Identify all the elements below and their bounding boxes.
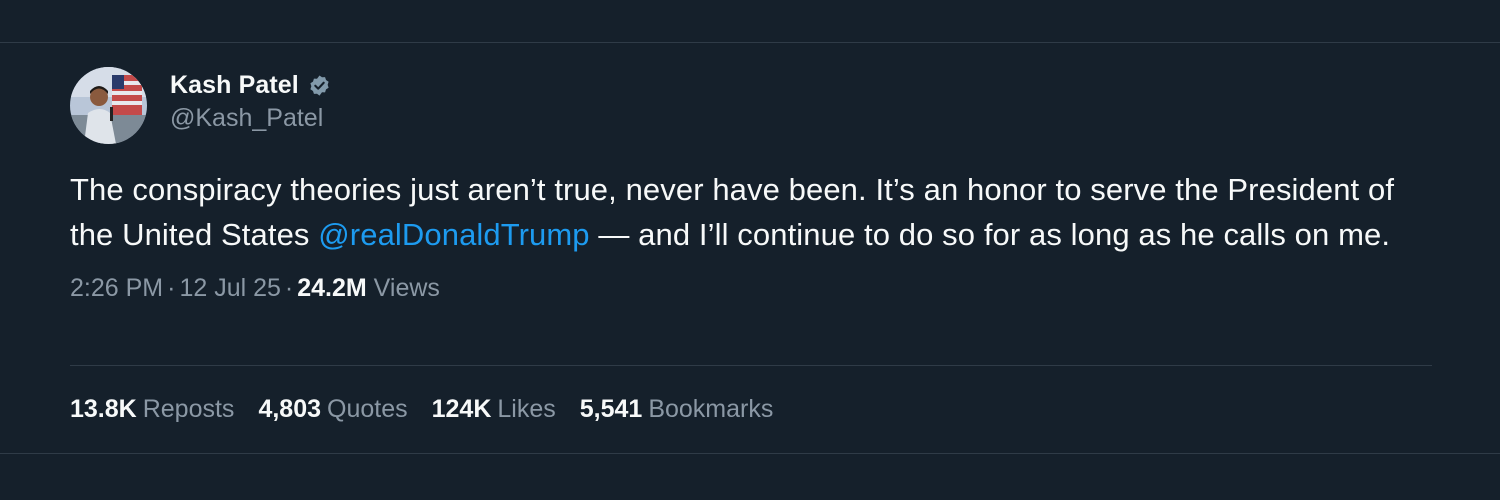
- meta-separator: ·: [167, 274, 176, 302]
- verified-badge-icon: [308, 74, 331, 97]
- tweet-meta: 2:26 PM · 12 Jul 25 · 24.2M Views: [70, 271, 1432, 305]
- engagement-stats: 13.8K Reposts 4,803 Quotes 124K Likes 5,541…: [70, 392, 797, 426]
- stat-reposts[interactable]: 13.8K Reposts: [70, 392, 234, 426]
- stats-divider: [70, 365, 1432, 366]
- mention-link[interactable]: @realDonaldTrump: [318, 217, 589, 252]
- tweet-page: Kash Patel @Kash_Patel The conspiracy th…: [0, 0, 1500, 500]
- stat-count: 124K: [431, 395, 492, 423]
- views-count: 24.2M: [297, 274, 367, 302]
- tweet-time[interactable]: 2:26 PM: [70, 274, 163, 302]
- stat-label: Reposts: [142, 395, 235, 423]
- meta-separator: ·: [284, 274, 294, 302]
- tweet-text-part2: — and I’ll continue to do so for as long…: [589, 217, 1391, 252]
- display-name-row[interactable]: Kash Patel: [170, 69, 331, 101]
- stat-label: Quotes: [327, 395, 408, 423]
- avatar[interactable]: [70, 67, 147, 144]
- bottom-divider: [0, 453, 1500, 454]
- author-row: Kash Patel @Kash_Patel: [70, 67, 1432, 145]
- stat-count: 5,541: [579, 395, 643, 423]
- stat-bookmarks[interactable]: 5,541 Bookmarks: [580, 392, 774, 426]
- handle[interactable]: @Kash_Patel: [170, 104, 331, 133]
- tweet-text: The conspiracy theories just aren’t true…: [70, 167, 1432, 257]
- top-divider: [0, 42, 1500, 43]
- stat-label: Bookmarks: [648, 395, 774, 423]
- stat-label: Likes: [497, 395, 556, 423]
- author-names: Kash Patel @Kash_Patel: [170, 67, 331, 133]
- stat-count: 4,803: [258, 395, 321, 423]
- tweet-date[interactable]: 12 Jul 25: [179, 274, 280, 302]
- stat-likes[interactable]: 124K Likes: [432, 392, 556, 426]
- stat-quotes[interactable]: 4,803 Quotes: [258, 392, 407, 426]
- display-name: Kash Patel: [170, 70, 299, 99]
- stat-count: 13.8K: [70, 395, 137, 423]
- avatar-image: [70, 67, 147, 144]
- views-label: Views: [373, 274, 440, 302]
- tweet: Kash Patel @Kash_Patel The conspiracy th…: [70, 67, 1432, 305]
